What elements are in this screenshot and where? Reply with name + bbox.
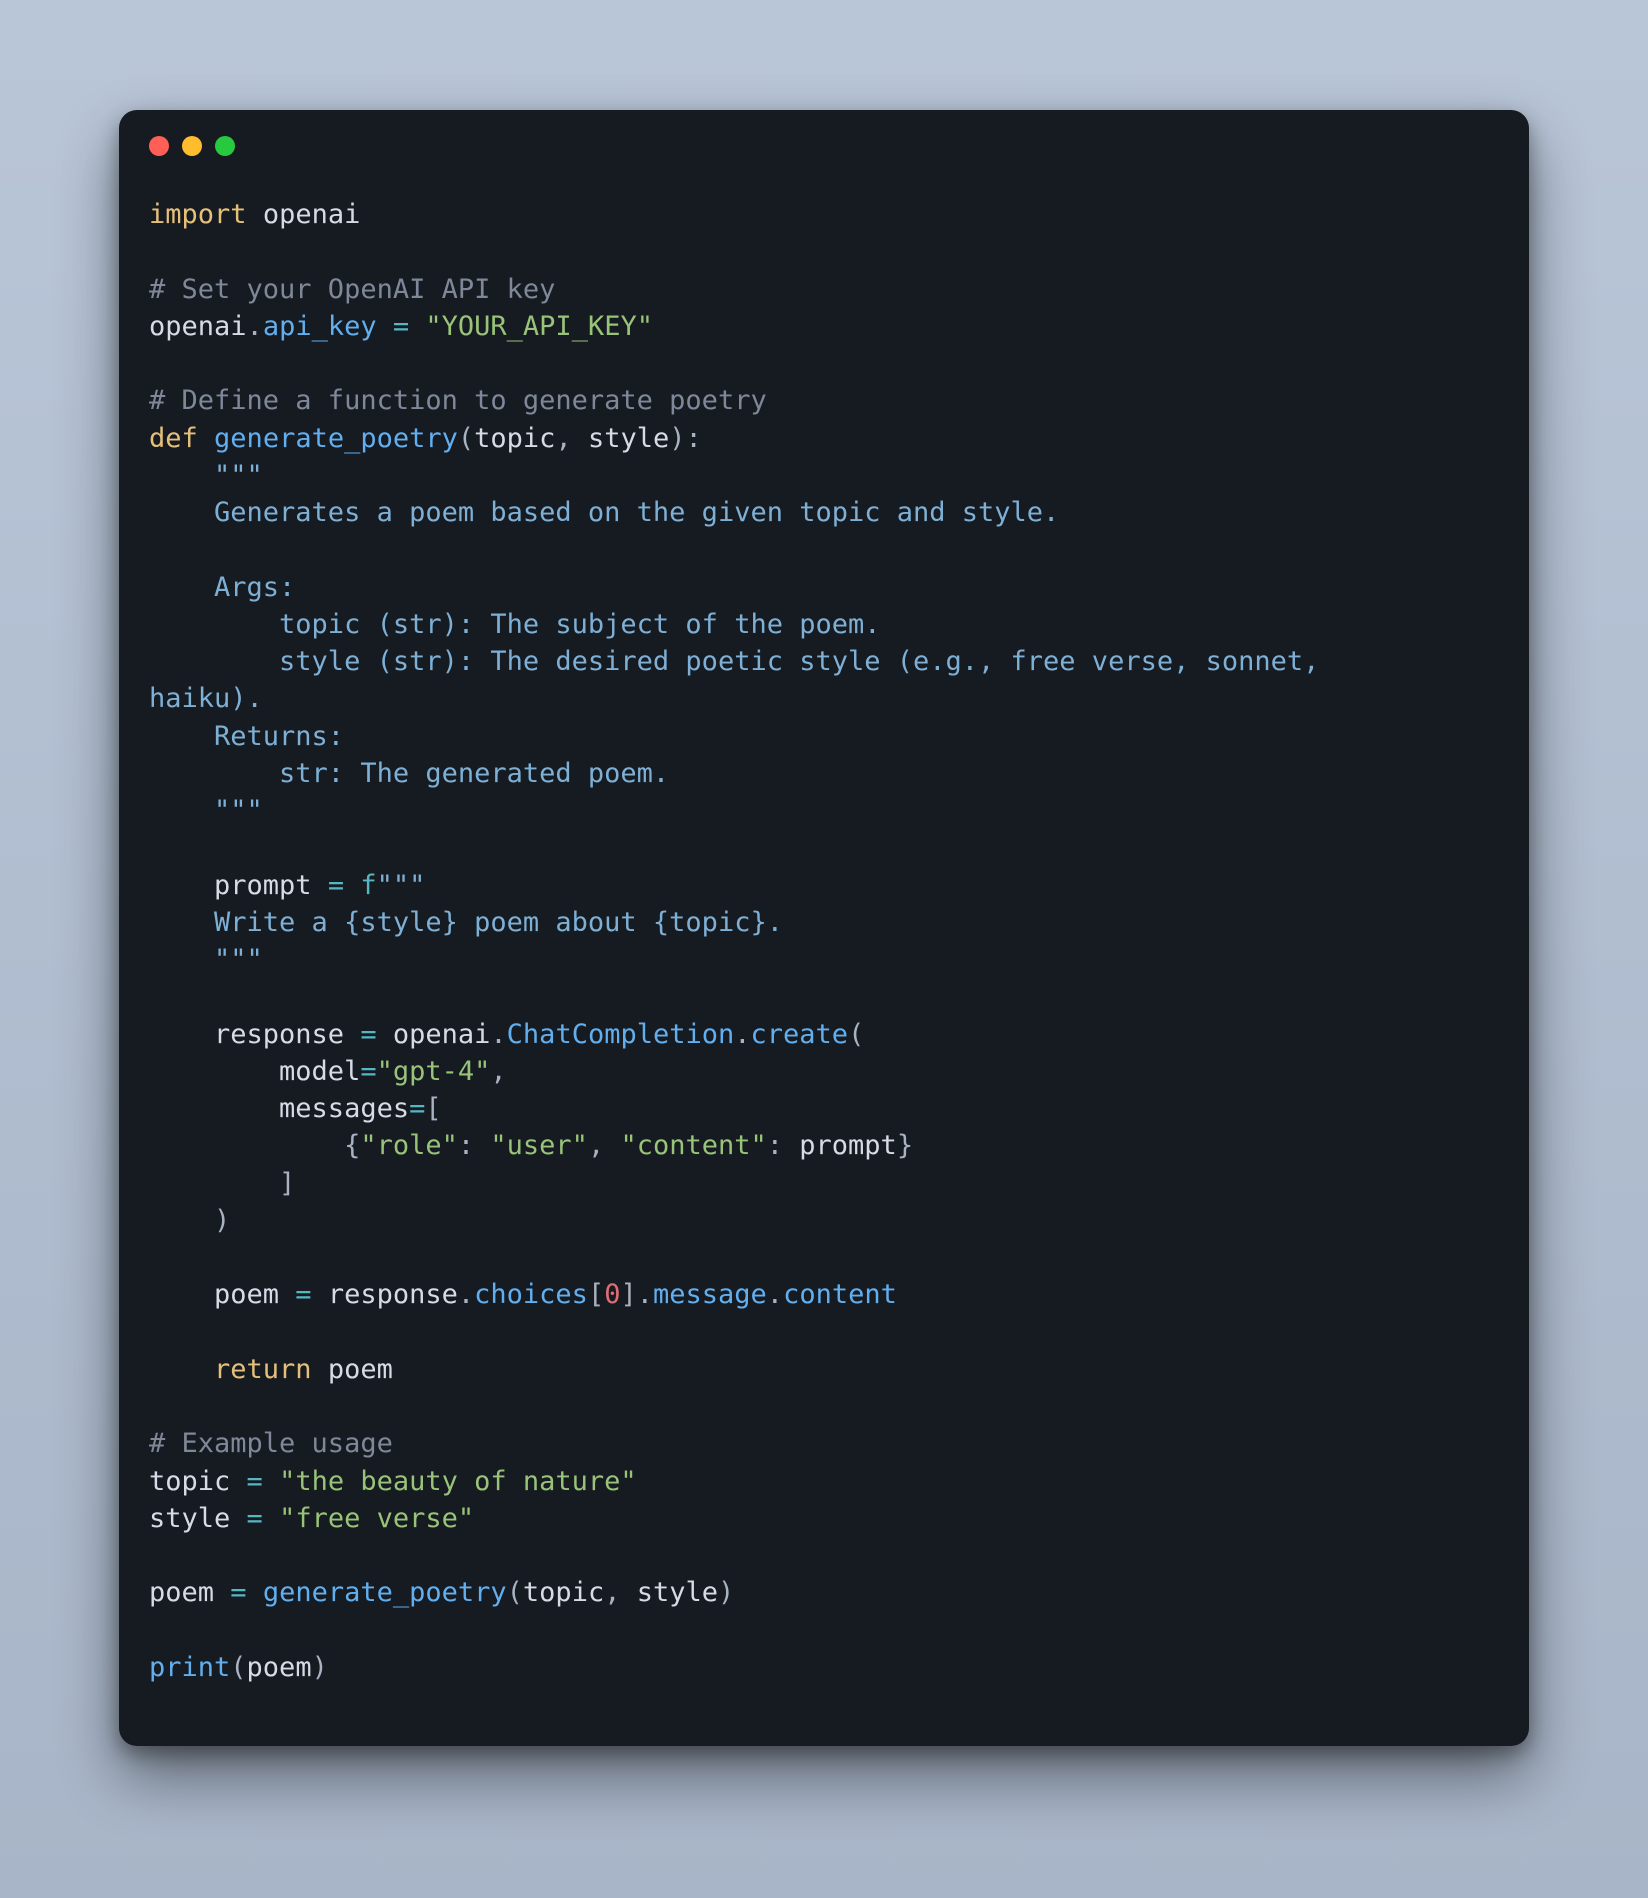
kwarg-messages: messages <box>149 1093 409 1124</box>
op-eq: = <box>377 311 426 342</box>
string: "role" <box>360 1130 458 1161</box>
param-style: style <box>588 423 669 454</box>
punct: ( <box>458 423 474 454</box>
ident: poem <box>312 1354 393 1385</box>
attr: choices <box>474 1279 588 1310</box>
op-eq: = <box>344 1019 393 1050</box>
ident: openai <box>149 311 247 342</box>
ident: response <box>149 1019 344 1050</box>
punct: : <box>767 1130 800 1161</box>
punct: . <box>767 1279 783 1310</box>
kwarg-model: model <box>149 1056 360 1087</box>
fn-print: print <box>149 1652 230 1683</box>
string: "gpt-4" <box>377 1056 491 1087</box>
punct: ] <box>149 1168 295 1199</box>
punct: ( <box>848 1019 864 1050</box>
docstring: Args: <box>149 572 295 603</box>
ident: prompt <box>799 1130 897 1161</box>
punct: . <box>458 1279 474 1310</box>
code-window: import openai # Set your OpenAI API key … <box>119 110 1529 1746</box>
docstring: str: The generated poem. <box>149 758 669 789</box>
number: 0 <box>604 1279 620 1310</box>
punct: , <box>555 423 588 454</box>
punct: ) <box>312 1652 328 1683</box>
string: "YOUR_API_KEY" <box>425 311 653 342</box>
window-close-button[interactable] <box>149 136 169 156</box>
punct: ): <box>669 423 702 454</box>
op-eq: = <box>409 1093 425 1124</box>
punct: , <box>588 1130 621 1161</box>
op-eq: = <box>214 1577 263 1608</box>
punct: [ <box>425 1093 441 1124</box>
punct: ( <box>507 1577 523 1608</box>
punct: ] <box>620 1279 636 1310</box>
ident: poem <box>149 1279 279 1310</box>
docstring: """ <box>149 460 263 491</box>
ident: openai <box>393 1019 491 1050</box>
punct: [ <box>588 1279 604 1310</box>
string: "free verse" <box>279 1503 474 1534</box>
fstring-quote: """ <box>377 870 426 901</box>
window-zoom-button[interactable] <box>215 136 235 156</box>
comment: # Set your OpenAI API key <box>149 274 555 305</box>
docstring: haiku). <box>149 683 263 714</box>
ident: style <box>149 1503 230 1534</box>
op-eq: = <box>360 1056 376 1087</box>
op-eq: = <box>279 1279 328 1310</box>
punct: ) <box>149 1205 230 1236</box>
attr-api-key: api_key <box>263 311 377 342</box>
keyword-import: import <box>149 199 247 230</box>
comment: # Example usage <box>149 1428 393 1459</box>
fstring-quote: """ <box>149 944 263 975</box>
module-openai: openai <box>263 199 361 230</box>
string: "the beauty of nature" <box>279 1466 637 1497</box>
docstring: style (str): The desired poetic style (e… <box>149 646 1336 677</box>
punct: ( <box>230 1652 246 1683</box>
punct: { <box>149 1130 360 1161</box>
fn-call: create <box>751 1019 849 1050</box>
punct: : <box>458 1130 491 1161</box>
op-eq: = <box>312 870 361 901</box>
param-topic: topic <box>474 423 555 454</box>
op-eq: = <box>230 1466 279 1497</box>
ident: response <box>328 1279 458 1310</box>
f-prefix: f <box>360 870 376 901</box>
attr: ChatCompletion <box>507 1019 735 1050</box>
punct: . <box>734 1019 750 1050</box>
punct: . <box>490 1019 506 1050</box>
string: "content" <box>620 1130 766 1161</box>
docstring: Returns: <box>149 721 344 752</box>
punct: , <box>490 1056 506 1087</box>
string: "user" <box>490 1130 588 1161</box>
punct: ) <box>718 1577 734 1608</box>
op-eq: = <box>230 1503 279 1534</box>
arg: topic <box>523 1577 604 1608</box>
docstring: Generates a poem based on the given topi… <box>149 497 1059 528</box>
punct: } <box>897 1130 913 1161</box>
keyword-def: def <box>149 423 198 454</box>
fn-name: generate_poetry <box>214 423 458 454</box>
code-block[interactable]: import openai # Set your OpenAI API key … <box>119 166 1529 1696</box>
keyword-return: return <box>149 1354 312 1385</box>
punct: , <box>604 1577 637 1608</box>
fn-call: generate_poetry <box>263 1577 507 1608</box>
ident: prompt <box>149 870 312 901</box>
arg: style <box>637 1577 718 1608</box>
punct: . <box>247 311 263 342</box>
docstring: topic (str): The subject of the poem. <box>149 609 881 640</box>
window-minimize-button[interactable] <box>182 136 202 156</box>
ident: topic <box>149 1466 230 1497</box>
attr: content <box>783 1279 897 1310</box>
window-titlebar <box>119 110 1529 166</box>
ident: poem <box>149 1577 214 1608</box>
docstring: """ <box>149 795 263 826</box>
arg: poem <box>247 1652 312 1683</box>
comment: # Define a function to generate poetry <box>149 385 767 416</box>
fstring-body: Write a {style} poem about {topic}. <box>149 907 783 938</box>
attr: message <box>653 1279 767 1310</box>
punct: . <box>637 1279 653 1310</box>
